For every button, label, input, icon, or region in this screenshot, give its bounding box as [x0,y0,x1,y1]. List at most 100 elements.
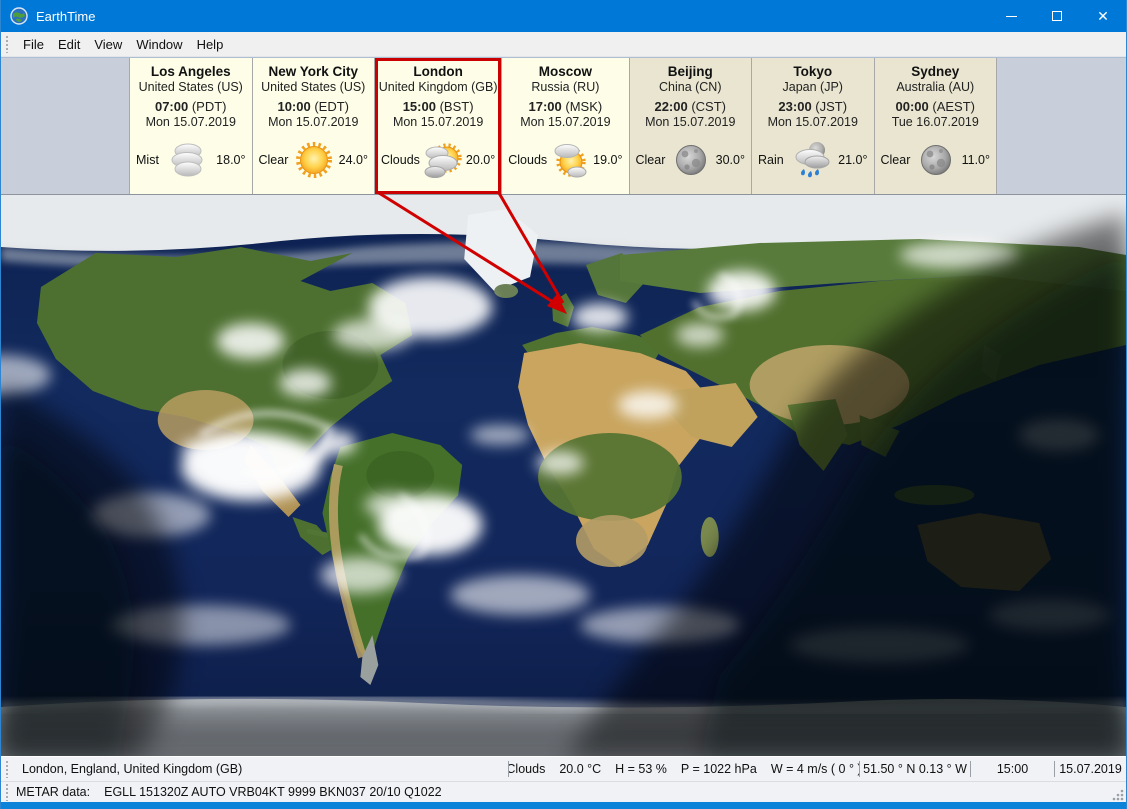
weather-condition: Clouds [381,153,420,167]
minimize-button[interactable] [988,0,1034,32]
status-coordinates: 51.50 ° N 0.13 ° W [860,762,970,776]
city-name: Beijing [668,64,713,79]
city-time-row: 10:00 (EDT) [277,99,349,114]
metar-value: EGLL 151320Z AUTO VRB04KT 9999 BKN037 20… [104,785,442,799]
status-weather-condition: Clouds [509,762,545,776]
moon-icon [669,139,713,181]
satellite-map-image [1,195,1126,756]
city-panel-los-angeles[interactable]: Los Angeles United States (US) 07:00 (PD… [129,58,253,194]
city-timezone: (JST) [815,99,847,114]
globe-icon [10,7,28,25]
city-panel-beijing[interactable]: Beijing China (CN) 22:00 (CST) Mon 15.07… [630,58,753,194]
weather-condition: Clouds [508,153,547,167]
moon-icon [914,139,958,181]
metar-gripper[interactable] [5,784,10,801]
weather-condition: Rain [758,153,784,167]
city-time: 00:00 [896,99,929,114]
metar-bar: METAR data: EGLL 151320Z AUTO VRB04KT 99… [1,781,1126,802]
weather-icon-slot [547,138,593,182]
weather-temperature: 19.0° [593,153,622,167]
city-time: 23:00 [778,99,811,114]
weather-row: Clear [630,138,752,182]
status-weather-temperature: 20.0 °C [559,762,601,776]
weather-icon-slot [165,138,211,182]
menu-edit[interactable]: Edit [51,34,87,55]
sun-cloud-icon [548,139,592,181]
city-date: Mon 15.07.2019 [268,115,358,129]
rain-icon [789,139,833,181]
sun-icon [292,139,336,181]
close-button[interactable]: ✕ [1080,0,1126,32]
weather-icon-slot [668,138,714,182]
weather-row: Clear [875,138,997,182]
resize-grip[interactable] [1111,788,1124,801]
city-panel-moscow[interactable]: Moscow Russia (RU) 17:00 (MSK) Mon 15.07… [502,58,629,194]
city-time: 17:00 [529,99,562,114]
city-country: Australia (AU) [896,80,974,94]
weather-condition: Clear [881,153,911,167]
statusbar-gripper[interactable] [5,761,10,778]
city-timezone: (AEST) [932,99,975,114]
menu-file[interactable]: File [16,34,51,55]
city-time-row: 23:00 (JST) [778,99,847,114]
city-name: New York City [268,64,358,79]
weather-temperature: 18.0° [216,153,245,167]
city-timezone: (EDT) [314,99,349,114]
weather-icon-slot [291,138,337,182]
weather-temperature: 24.0° [339,153,368,167]
city-timezone: (BST) [440,99,474,114]
maximize-button[interactable] [1034,0,1080,32]
city-country: China (CN) [659,80,722,94]
city-date: Mon 15.07.2019 [146,115,236,129]
city-name: London [413,64,462,79]
city-time-row: 00:00 (AEST) [896,99,976,114]
city-date: Mon 15.07.2019 [645,115,735,129]
sun-clouds-icon [421,139,465,181]
weather-icon-slot [913,138,959,182]
city-date: Mon 15.07.2019 [768,115,858,129]
weather-icon-slot [420,138,466,182]
city-timezone: (PDT) [192,99,227,114]
menu-help[interactable]: Help [190,34,231,55]
window-title: EarthTime [36,9,95,24]
weather-row: Clouds [375,138,501,182]
window-bottom-edge [1,802,1126,809]
minimize-icon [1006,16,1017,17]
city-time: 10:00 [277,99,310,114]
city-name: Los Angeles [151,64,231,79]
city-panel-tokyo[interactable]: Tokyo Japan (JP) 23:00 (JST) Mon 15.07.2… [752,58,875,194]
city-name: Tokyo [793,64,832,79]
city-time: 15:00 [403,99,436,114]
city-date: Mon 15.07.2019 [520,115,610,129]
city-panels: Los Angeles United States (US) 07:00 (PD… [129,58,997,194]
maximize-icon [1052,11,1062,21]
toolbar-gripper[interactable] [5,36,10,53]
weather-condition: Mist [136,153,159,167]
city-panel-sydney[interactable]: Sydney Australia (AU) 00:00 (AEST) Tue 1… [875,58,998,194]
city-name: Sydney [911,64,959,79]
world-map[interactable] [1,195,1126,756]
city-country: United Kingdom (GB) [379,80,498,94]
mist-icon [166,139,210,181]
menu-view[interactable]: View [87,34,129,55]
city-time: 22:00 [654,99,687,114]
city-time-row: 22:00 (CST) [654,99,726,114]
city-time-row: 15:00 (BST) [403,99,474,114]
city-panel-london[interactable]: London United Kingdom (GB) 15:00 (BST) M… [375,58,502,194]
status-weather-wind: W = 4 m/s ( 0 ° ) [771,762,859,776]
weather-temperature: 20.0° [466,153,495,167]
world-clocks-strip: Los Angeles United States (US) 07:00 (PD… [1,57,1126,195]
menu-window[interactable]: Window [129,34,189,55]
city-country: Japan (JP) [783,80,843,94]
city-time: 07:00 [155,99,188,114]
status-date: 15.07.2019 [1055,762,1126,776]
weather-row: Clouds [502,138,628,182]
city-panel-new-york-city[interactable]: New York City United States (US) 10:00 (… [253,58,376,194]
city-time-row: 07:00 (PDT) [155,99,227,114]
titlebar[interactable]: EarthTime ✕ [1,0,1126,32]
weather-temperature: 21.0° [838,153,867,167]
status-weather-humidity: H = 53 % [615,762,667,776]
city-date: Mon 15.07.2019 [393,115,483,129]
city-timezone: (MSK) [565,99,602,114]
city-timezone: (CST) [691,99,726,114]
